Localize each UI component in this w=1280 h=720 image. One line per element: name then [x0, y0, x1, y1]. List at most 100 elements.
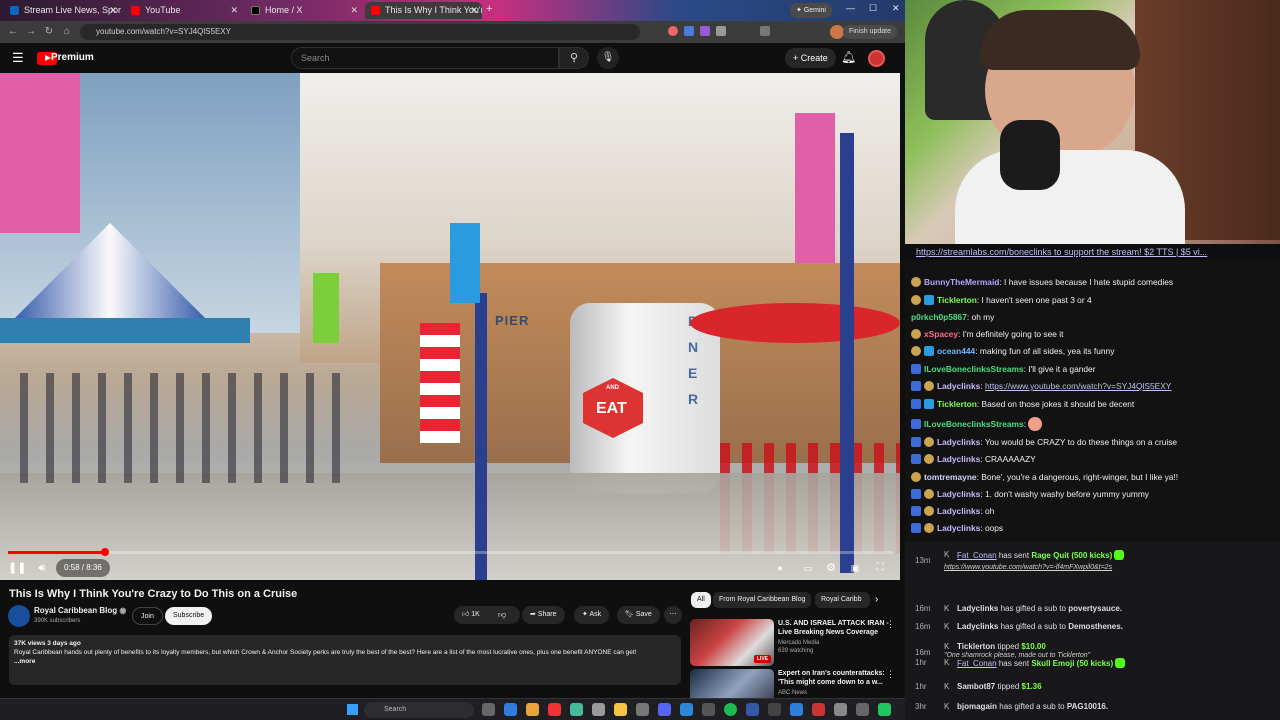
chat-username[interactable]: ILoveBoneclinksStreams	[924, 364, 1024, 374]
chat-username[interactable]: Ladyclinks	[937, 523, 980, 533]
app-icon[interactable]	[570, 703, 583, 716]
app-icon[interactable]	[680, 703, 693, 716]
app-icon[interactable]	[746, 703, 759, 716]
minimize-icon[interactable]: —	[846, 3, 855, 13]
kebab-menu-icon[interactable]: ⋮	[886, 619, 895, 630]
chat-username[interactable]: tomtremayne	[924, 472, 977, 482]
app-icon[interactable]	[636, 703, 649, 716]
app-icon[interactable]	[526, 703, 539, 716]
autoplay-toggle[interactable]: ●	[772, 559, 788, 577]
chat-username[interactable]: Ladyclinks	[937, 381, 980, 391]
create-button[interactable]: + Create	[785, 48, 836, 68]
chip-related[interactable]: Royal Caribb	[815, 592, 870, 608]
search-button[interactable]: ⚲	[559, 47, 589, 69]
more-link[interactable]: ...more	[14, 657, 676, 666]
chip-from-channel[interactable]: From Royal Caribbean Blog	[713, 592, 812, 608]
close-icon[interactable]: ✕	[230, 2, 238, 19]
app-icon[interactable]	[878, 703, 891, 716]
captions-icon[interactable]: ▭	[800, 559, 816, 577]
event-user[interactable]: Ticklerton	[957, 642, 995, 651]
related-video-1[interactable]: LIVE U.S. AND ISRAEL ATTACK IRAN - Live …	[690, 619, 895, 667]
profile-avatar[interactable]	[830, 25, 844, 39]
reload-icon[interactable]: ↻	[42, 25, 56, 39]
notifications-bell-icon[interactable]: 🔔︎	[841, 50, 856, 64]
video-player[interactable]: EAT AND PIER DINER	[0, 73, 900, 580]
app-icon[interactable]	[812, 703, 825, 716]
fullscreen-icon[interactable]: ⛶	[872, 559, 888, 577]
chat-username[interactable]: Ticklerton	[937, 295, 977, 305]
mic-icon[interactable]: 🎙	[597, 47, 619, 69]
donation-text[interactable]: https://streamlabs.com/boneclinks to sup…	[916, 247, 1207, 257]
settings-gear-icon[interactable]: ⚙	[823, 559, 839, 577]
tab-youtube[interactable]: YouTube ✕	[125, 2, 242, 19]
related-video-2[interactable]: Expert on Iran's counterattacks: 'This m…	[690, 669, 895, 698]
event-user[interactable]: bjomagain	[957, 702, 997, 711]
chat-username[interactable]: ocean444	[937, 346, 975, 356]
channel-name[interactable]: Royal Caribbean Blog ◉	[34, 606, 126, 615]
discord-icon[interactable]	[658, 703, 671, 716]
extension-icon[interactable]	[716, 26, 726, 36]
back-icon[interactable]: ←	[6, 25, 20, 39]
app-icon[interactable]	[768, 703, 781, 716]
miniplayer-icon[interactable]: ▣	[847, 559, 863, 577]
save-button[interactable]: 🔖︎ Save	[617, 606, 660, 624]
app-icon[interactable]	[702, 703, 715, 716]
event-user[interactable]: Sambot87	[957, 682, 995, 691]
share-button[interactable]: ➦ Share	[522, 606, 565, 624]
premium-logo-text[interactable]: Premium	[51, 52, 94, 63]
account-avatar[interactable]	[868, 50, 885, 67]
extension-icon[interactable]	[668, 26, 678, 36]
channel-avatar[interactable]	[8, 605, 30, 627]
url-field[interactable]: youtube.com/watch?v=SYJ4QlS5EXY	[80, 24, 640, 40]
taskbar-search[interactable]: Search	[364, 702, 474, 718]
extension-icon[interactable]	[700, 26, 710, 36]
hamburger-menu-icon[interactable]: ☰	[12, 51, 24, 64]
folder-icon[interactable]	[614, 703, 627, 716]
tab-x[interactable]: Home / X ✕	[245, 2, 362, 19]
task-view-icon[interactable]	[482, 703, 495, 716]
chat-username[interactable]: Ladyclinks	[937, 489, 980, 499]
gemini-button[interactable]: ✦ Gemini	[790, 3, 832, 18]
app-icon[interactable]	[504, 703, 517, 716]
tab-current-video[interactable]: This Is Why I Think You're C... ✕	[365, 2, 482, 19]
close-icon[interactable]: ✕	[470, 2, 478, 19]
close-icon[interactable]: ✕	[350, 2, 358, 19]
start-windows-icon[interactable]	[347, 704, 358, 715]
extensions-puzzle-icon[interactable]	[760, 26, 770, 36]
progress-bar[interactable]	[8, 551, 893, 554]
home-icon[interactable]: ⌂	[60, 25, 74, 39]
chat-username[interactable]: ILoveBoneclinksStreams	[924, 419, 1024, 429]
app-icon[interactable]	[834, 703, 847, 716]
kebab-menu-icon[interactable]: ⋮	[886, 669, 895, 680]
app-icon[interactable]	[790, 703, 803, 716]
more-actions-icon[interactable]: ⋯	[664, 606, 682, 624]
extension-icon[interactable]	[684, 26, 694, 36]
subscribe-button[interactable]: Subscribe	[165, 607, 213, 625]
chat-username[interactable]: BunnyTheMermaid	[924, 277, 999, 287]
ask-button[interactable]: ✦ Ask	[574, 606, 610, 624]
event-user[interactable]: Ladyclinks	[957, 622, 998, 631]
chip-all[interactable]: All	[691, 592, 711, 608]
app-icon[interactable]	[592, 703, 605, 716]
window-close-icon[interactable]: ✕	[892, 3, 900, 14]
description-box[interactable]: 37K views 3 days ago Royal Caribbean han…	[9, 635, 681, 685]
tab-stream-news[interactable]: Stream Live News, Sports... ✕	[4, 2, 121, 19]
chat-username[interactable]: Ticklerton	[937, 399, 977, 409]
new-tab-button[interactable]: +	[486, 3, 492, 15]
event-sub-link[interactable]: https://www.youtube.com/watch?v=-lf4mFXw…	[944, 564, 1112, 571]
maximize-icon[interactable]: ☐	[869, 3, 877, 14]
search-input[interactable]: Search	[291, 47, 559, 69]
chat-username[interactable]: p0rkch0p5867	[911, 312, 967, 322]
volume-icon[interactable]: 🔊︎	[33, 559, 51, 577]
chat-username[interactable]: xSpacey	[924, 329, 958, 339]
chat-username[interactable]: Ladyclinks	[937, 506, 980, 516]
chat-username[interactable]: Ladyclinks	[937, 437, 980, 447]
spotify-icon[interactable]	[724, 703, 737, 716]
dislike-icon[interactable]: 👎︎	[498, 606, 512, 624]
close-icon[interactable]: ✕	[109, 2, 117, 19]
chat-username[interactable]: Ladyclinks	[937, 454, 980, 464]
app-icon[interactable]	[548, 703, 561, 716]
join-button[interactable]: Join	[132, 607, 163, 625]
finish-update-button[interactable]: Finish update	[842, 25, 897, 39]
event-user[interactable]: Fat_Conan	[957, 659, 997, 668]
